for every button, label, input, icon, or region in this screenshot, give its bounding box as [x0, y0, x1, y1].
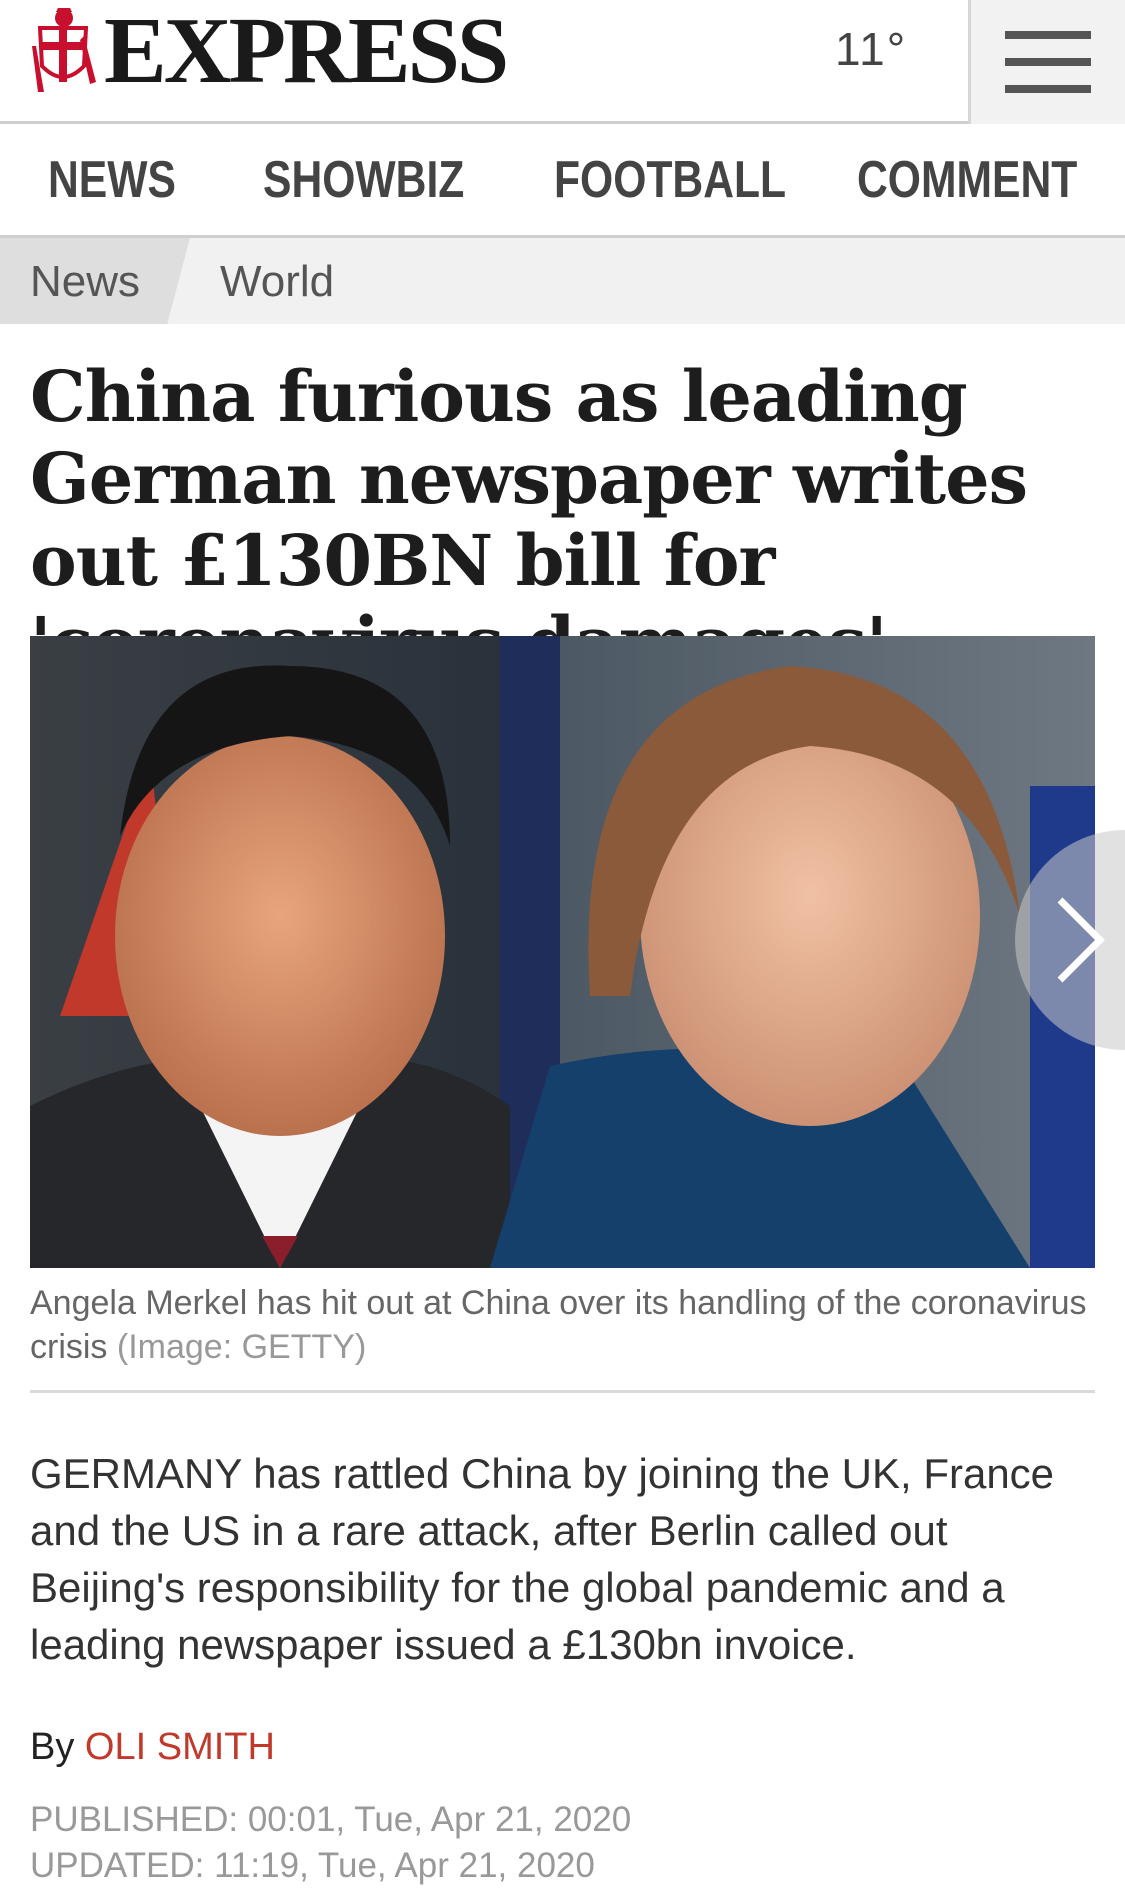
site-header: EXPRESS 11° — [0, 0, 1125, 124]
menu-button[interactable] — [968, 0, 1125, 124]
byline-prefix: By — [30, 1726, 75, 1768]
breadcrumb: News World — [0, 238, 1125, 324]
logo-wordmark: EXPRESS — [104, 0, 509, 103]
breadcrumb-news[interactable]: News — [0, 238, 190, 324]
crusader-logo-icon — [32, 8, 96, 92]
express-logo[interactable]: EXPRESS — [28, 0, 509, 103]
published-date: PUBLISHED: 00:01, Tue, Apr 21, 2020 — [30, 1800, 632, 1839]
caption-divider — [30, 1390, 1095, 1393]
article-headline: China furious as leading German newspape… — [30, 355, 1028, 684]
main-nav: NEWS SHOWBIZ FOOTBALL COMMENT — [0, 124, 1125, 238]
author-link[interactable]: OLI SMITH — [85, 1726, 275, 1768]
chevron-right-icon[interactable] — [1010, 830, 1125, 1050]
article-dates: PUBLISHED: 00:01, Tue, Apr 21, 2020 UPDA… — [30, 1797, 631, 1889]
breadcrumb-world[interactable]: World — [220, 257, 334, 307]
image-caption: Angela Merkel has hit out at China over … — [30, 1281, 1095, 1369]
image-credit: (Image: GETTY) — [116, 1328, 367, 1366]
weather-temperature[interactable]: 11° — [835, 22, 907, 76]
nav-item-comment[interactable]: COMMENT — [857, 150, 1077, 210]
hamburger-menu-icon — [1005, 31, 1091, 93]
nav-item-news[interactable]: NEWS — [48, 150, 176, 210]
nav-item-football[interactable]: FOOTBALL — [554, 150, 786, 210]
nav-item-showbiz[interactable]: SHOWBIZ — [263, 150, 464, 210]
article-hero-image[interactable] — [30, 636, 1095, 1268]
article-standfirst: GERMANY has rattled China by joining the… — [30, 1450, 1055, 1668]
updated-date: UPDATED: 11:19, Tue, Apr 21, 2020 — [30, 1846, 595, 1885]
article-byline: By OLI SMITH — [30, 1726, 275, 1769]
breadcrumb-news-label: News — [30, 257, 141, 306]
